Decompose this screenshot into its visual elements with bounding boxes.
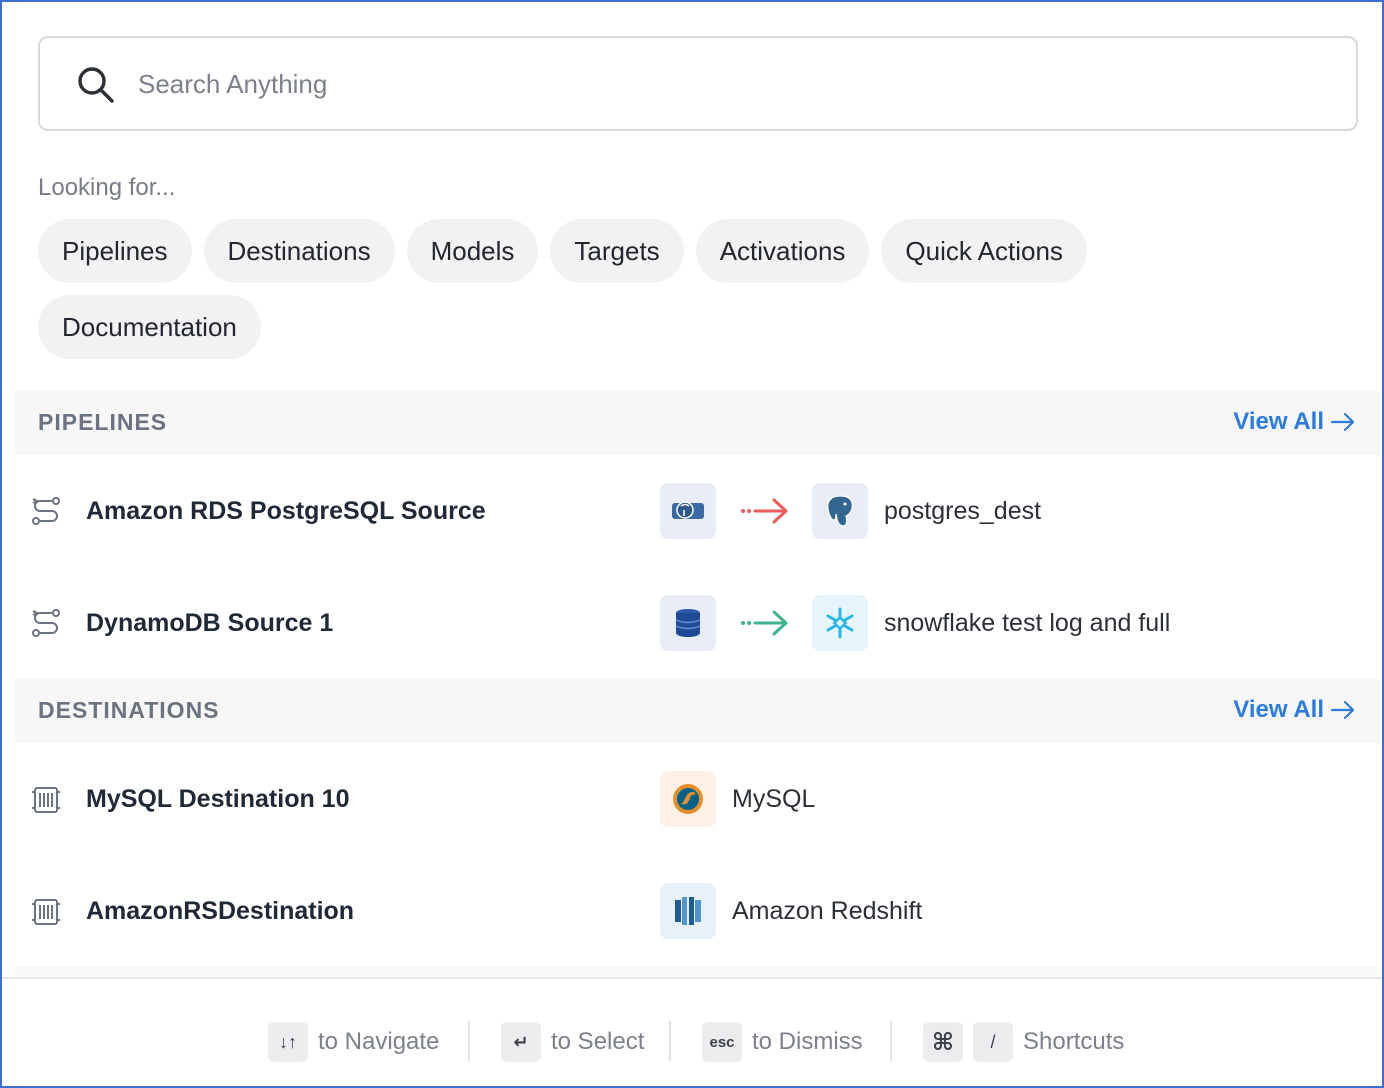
filter-chips: Pipelines Destinations Models Targets Ac… — [38, 219, 1198, 359]
destination-row[interactable]: MySQL Destination 10 MySQL — [14, 743, 1380, 855]
destination-type: Amazon Redshift — [732, 897, 923, 925]
divider — [669, 1021, 671, 1061]
select-hint: ↵ to Select — [501, 1022, 644, 1062]
select-hint-text: to Select — [551, 1028, 645, 1055]
divider — [890, 1021, 892, 1061]
keyboard-hints-footer: ↓↑ to Navigate ↵ to Select esc to Dismis… — [2, 977, 1382, 1086]
postgres-icon — [812, 483, 868, 539]
chip-models[interactable]: Models — [406, 219, 539, 283]
arrow-right-icon — [1330, 700, 1355, 720]
shortcuts-hint[interactable]: ⌘ / Shortcuts — [923, 1022, 1124, 1062]
destinations-section-header: DESTINATIONS View All — [14, 679, 1380, 743]
pipeline-row[interactable]: Amazon RDS PostgreSQL Source postgres_de… — [14, 455, 1380, 567]
navigate-key: ↓↑ — [268, 1022, 308, 1062]
chip-destinations[interactable]: Destinations — [203, 219, 395, 283]
destination-icon — [32, 899, 60, 925]
chip-quick-actions[interactable]: Quick Actions — [881, 219, 1087, 283]
view-all-label: View All — [1233, 696, 1324, 723]
dismiss-hint: esc to Dismiss — [702, 1022, 863, 1062]
chip-documentation[interactable]: Documentation — [38, 295, 261, 359]
navigate-hint: ↓↑ to Navigate — [268, 1022, 439, 1062]
chip-pipelines[interactable]: Pipelines — [38, 219, 192, 283]
search-box[interactable] — [38, 36, 1358, 131]
redshift-icon — [660, 883, 716, 939]
divider — [468, 1021, 470, 1061]
esc-key: esc — [702, 1022, 742, 1062]
postgres-rds-icon — [660, 483, 716, 539]
pipeline-arrow-icon — [741, 610, 788, 636]
arrow-right-icon — [1330, 412, 1355, 432]
pipeline-icon — [32, 497, 60, 525]
slash-key: / — [973, 1022, 1013, 1062]
section-title: DESTINATIONS — [38, 697, 220, 723]
mysql-icon — [660, 771, 716, 827]
command-palette: Looking for... Pipelines Destinations Mo… — [0, 0, 1384, 1088]
pipeline-name: DynamoDB Source 1 — [86, 609, 334, 637]
dynamodb-icon — [660, 595, 716, 651]
chip-targets[interactable]: Targets — [550, 219, 684, 283]
search-input[interactable] — [138, 58, 1318, 110]
destination-name: MySQL Destination 10 — [86, 785, 350, 813]
destination-name: postgres_dest — [884, 497, 1042, 525]
pipeline-row[interactable]: DynamoDB Source 1 snowflake test log and… — [14, 567, 1380, 679]
view-all-label: View All — [1233, 408, 1324, 435]
pipeline-name: Amazon RDS PostgreSQL Source — [86, 497, 486, 525]
section-title: PIPELINES — [38, 409, 168, 435]
destination-name: AmazonRSDestination — [86, 897, 355, 925]
shortcuts-hint-text: Shortcuts — [1023, 1028, 1125, 1055]
destination-row[interactable]: AmazonRSDestination Amazon Redshift — [14, 855, 1380, 967]
destination-name: snowflake test log and full — [884, 609, 1171, 637]
enter-key: ↵ — [501, 1022, 541, 1062]
pipelines-section-header: PIPELINES View All — [14, 391, 1380, 455]
dismiss-hint-text: to Dismiss — [752, 1028, 863, 1055]
destinations-view-all-link[interactable]: View All — [1233, 696, 1356, 724]
command-key: ⌘ — [923, 1022, 963, 1062]
destination-type: MySQL — [732, 785, 816, 813]
chip-activations[interactable]: Activations — [695, 219, 870, 283]
destination-icon — [32, 787, 60, 813]
snowflake-icon — [812, 595, 868, 651]
navigate-hint-text: to Navigate — [318, 1028, 440, 1055]
pipeline-arrow-icon — [741, 498, 788, 524]
search-icon — [78, 67, 114, 103]
pipeline-icon — [32, 609, 60, 637]
pipelines-view-all-link[interactable]: View All — [1233, 408, 1356, 436]
looking-for-label: Looking for... — [38, 174, 176, 201]
